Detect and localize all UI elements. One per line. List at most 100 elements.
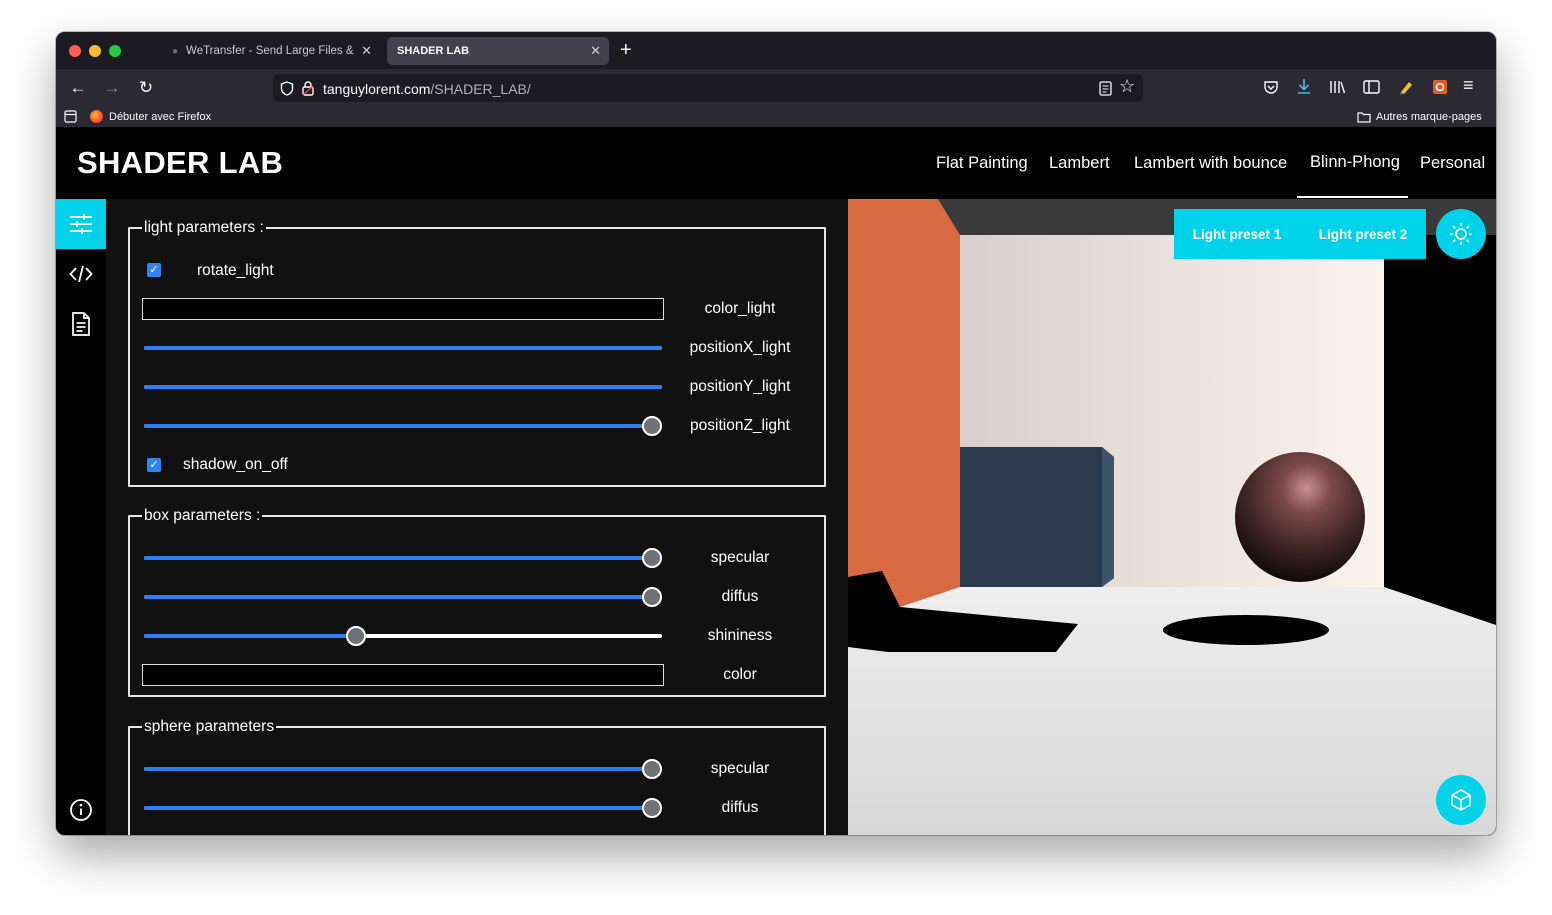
menu-personal[interactable]: Personal	[1420, 154, 1485, 173]
reload-icon[interactable]: ↻	[133, 75, 159, 101]
bookmark-other[interactable]: Autres marque-pages	[1376, 111, 1482, 123]
slider-thumb[interactable]	[641, 548, 662, 568]
firefox-logo-icon	[90, 110, 103, 123]
sphere-parameters-group: sphere parameters specular diffus shinin…	[128, 718, 826, 835]
address-bar[interactable]: tanguylorent.com/SHADER_LAB/ ☆	[273, 74, 1143, 102]
positionZ-light-slider[interactable]	[144, 416, 662, 436]
tab-label: WeTransfer - Send Large Files &	[186, 45, 354, 57]
pocket-icon[interactable]	[1263, 80, 1279, 95]
maximize-window-button[interactable]	[109, 45, 121, 57]
box-color-picker[interactable]	[142, 664, 664, 686]
scene-render	[848, 199, 1496, 835]
positionX-light-slider[interactable]	[144, 346, 662, 350]
light-toggle-button[interactable]	[1436, 209, 1486, 259]
tab-label: SHADER LAB	[397, 45, 470, 57]
box-diffus-label: diffus	[721, 588, 759, 605]
rotate-light-checkbox[interactable]: ✓	[147, 263, 161, 277]
positionX-light-label: positionX_light	[689, 339, 791, 356]
light-preset-2-button[interactable]: Light preset 2	[1300, 209, 1426, 259]
download-icon[interactable]	[1296, 78, 1312, 95]
info-button[interactable]	[56, 785, 106, 835]
box	[960, 447, 1114, 587]
tab-wetransfer[interactable]: ● WeTransfer - Send Large Files & ✕	[162, 37, 380, 65]
positionY-light-label: positionY_light	[689, 378, 791, 395]
slider-thumb[interactable]	[641, 759, 662, 779]
url-text[interactable]: tanguylorent.com/SHADER_LAB/	[323, 81, 531, 97]
box-parameters-legend: box parameters :	[144, 507, 261, 524]
slider-thumb[interactable]	[346, 626, 367, 646]
url-path: /SHADER_LAB/	[430, 81, 531, 97]
browser-window: ● WeTransfer - Send Large Files & ✕ SHAD…	[56, 32, 1496, 835]
back-arrow-icon[interactable]: ←	[65, 75, 91, 101]
slider-thumb[interactable]	[641, 798, 662, 818]
render-viewport[interactable]: Light preset 1 Light preset 2	[848, 199, 1496, 835]
reader-view-icon[interactable]	[1099, 81, 1112, 96]
left-wall	[848, 199, 960, 607]
lock-icon[interactable]	[301, 80, 315, 96]
rotate-light-label: rotate_light	[197, 262, 274, 279]
extension-gear-icon[interactable]	[1432, 79, 1448, 95]
light-parameters-legend: light parameters :	[144, 219, 264, 236]
sphere-shadow	[1163, 615, 1329, 645]
menu-blinn-phong[interactable]: Blinn-Phong	[1310, 153, 1400, 172]
color-light-picker[interactable]	[142, 298, 664, 320]
shield-icon[interactable]	[280, 81, 294, 96]
sphere-diffus-label: diffus	[721, 799, 759, 816]
sphere	[1235, 452, 1365, 582]
parameters-panel: light parameters : ✓ rotate_light color_…	[106, 199, 848, 835]
box-parameters-group: box parameters : specular diffus shinine…	[128, 507, 826, 697]
positionY-light-slider[interactable]	[144, 385, 662, 389]
bookmark-star-icon[interactable]: ☆	[1119, 76, 1135, 97]
slider-thumb[interactable]	[641, 416, 662, 436]
site-logo[interactable]: SHADER LAB	[77, 145, 283, 181]
sphere-specular-slider[interactable]	[144, 759, 662, 779]
new-tab-icon[interactable]: +	[620, 38, 632, 62]
tab-bar: ● WeTransfer - Send Large Files & ✕ SHAD…	[56, 32, 1496, 69]
bookmarks-bar: Débuter avec Firefox Autres marque-pages	[56, 107, 1496, 127]
navigation-bar: ← → ↻ tanguylorent.com/SHADER_LAB/ ☆ ≡	[56, 69, 1496, 107]
positionZ-light-label: positionZ_light	[690, 417, 790, 434]
menu-flat-painting[interactable]: Flat Painting	[936, 154, 1028, 173]
cube-icon	[1451, 789, 1471, 811]
minimize-window-button[interactable]	[89, 45, 101, 57]
tab-close-icon[interactable]: ✕	[590, 43, 601, 59]
extension-pencil-icon[interactable]	[1398, 79, 1414, 95]
folder-icon	[1357, 112, 1371, 123]
web-page: SHADER LAB Flat Painting Lambert Lambert…	[56, 127, 1496, 835]
tab-close-icon[interactable]: ✕	[361, 43, 372, 59]
menu-lambert-bounce[interactable]: Lambert with bounce	[1134, 154, 1287, 173]
document-icon	[72, 312, 90, 336]
parameters-tab[interactable]	[56, 199, 106, 249]
shadow-checkbox[interactable]: ✓	[147, 458, 161, 472]
sphere-diffus-slider[interactable]	[144, 798, 662, 818]
close-window-button[interactable]	[69, 45, 81, 57]
documentation-tab[interactable]	[56, 299, 106, 349]
slider-thumb[interactable]	[641, 587, 662, 607]
right-wall	[1384, 235, 1496, 625]
url-domain: tanguylorent.com	[323, 81, 431, 97]
tab-shader-lab[interactable]: SHADER LAB ✕	[387, 37, 609, 65]
box-diffus-slider[interactable]	[144, 587, 662, 607]
library-icon[interactable]	[1329, 79, 1346, 95]
sidebar-toggle-icon[interactable]	[1363, 80, 1380, 94]
tool-sidebar	[56, 199, 106, 835]
color-light-label: color_light	[704, 300, 776, 317]
forward-arrow-icon[interactable]: →	[99, 75, 125, 101]
menu-lambert[interactable]: Lambert	[1049, 154, 1110, 173]
hamburger-menu-icon[interactable]: ≡	[1463, 75, 1474, 96]
info-icon	[70, 799, 92, 821]
light-preset-1-button[interactable]: Light preset 1	[1174, 209, 1300, 259]
light-parameters-group: light parameters : ✓ rotate_light color_…	[128, 219, 826, 487]
shadow-label: shadow_on_off	[183, 456, 288, 473]
sliders-icon	[70, 214, 92, 234]
scene-object-button[interactable]	[1436, 775, 1486, 825]
code-tab[interactable]	[56, 249, 106, 299]
tab-manager-icon[interactable]	[64, 110, 77, 123]
bookmark-debuter[interactable]: Débuter avec Firefox	[109, 111, 211, 123]
sphere-parameters-legend: sphere parameters	[144, 718, 275, 735]
box-specular-slider[interactable]	[144, 548, 662, 568]
box-shininess-slider[interactable]	[144, 626, 662, 646]
sun-icon	[1450, 223, 1472, 245]
box-specular-label: specular	[710, 549, 770, 566]
code-icon	[69, 265, 93, 283]
